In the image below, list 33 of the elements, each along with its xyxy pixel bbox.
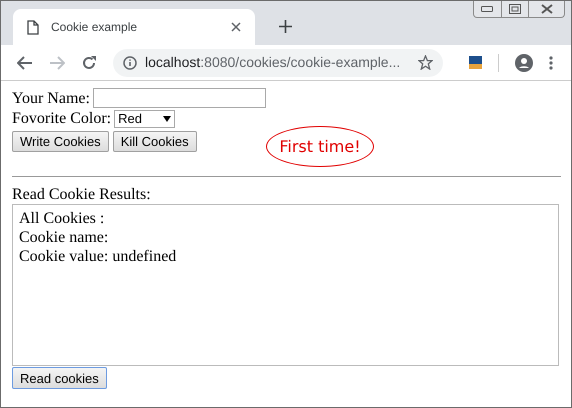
minimize-icon[interactable] <box>481 6 494 12</box>
read-cookies-button[interactable]: Read cookies <box>12 367 107 389</box>
window-controls[interactable] <box>473 1 565 18</box>
back-icon[interactable] <box>17 56 33 70</box>
speech-bubble: First time! <box>266 126 374 167</box>
maximize-icon[interactable] <box>509 4 521 14</box>
star-icon[interactable] <box>418 55 433 70</box>
tab-title: Cookie example <box>51 19 138 36</box>
form-button[interactable]: Write Cookies <box>12 131 109 152</box>
field-label: Your Name: <box>12 88 90 108</box>
form-button[interactable]: Kill Cookies <box>112 131 197 152</box>
close-icon[interactable] <box>231 22 241 32</box>
extension-icon[interactable] <box>469 56 482 69</box>
profile-icon[interactable] <box>515 54 533 72</box>
browser-tab[interactable]: Cookie example <box>13 9 255 45</box>
dropdown-arrow-icon <box>163 116 172 122</box>
address-bar[interactable]: localhost:8080/cookies/cookie-example... <box>113 48 443 76</box>
close-icon[interactable] <box>540 4 553 14</box>
menu-icon[interactable] <box>549 56 553 70</box>
result-line: All Cookies : <box>19 209 106 228</box>
info-icon <box>123 56 137 70</box>
select-value: Red <box>118 110 142 128</box>
name-field[interactable] <box>92 88 266 108</box>
result-line: Cookie value: undefined <box>19 247 178 266</box>
url-path: :8080/cookies/cookie-example... <box>200 54 400 70</box>
section-label: Read Cookie Results: <box>12 185 152 204</box>
reload-icon[interactable] <box>81 54 97 70</box>
new-tab-icon[interactable] <box>279 20 292 33</box>
field-label: Fovorite Color: <box>12 109 112 128</box>
page-icon <box>27 20 39 34</box>
color-select[interactable]: Red <box>114 110 176 128</box>
result-line: Cookie name: <box>19 228 110 247</box>
url-host: localhost <box>145 54 200 70</box>
